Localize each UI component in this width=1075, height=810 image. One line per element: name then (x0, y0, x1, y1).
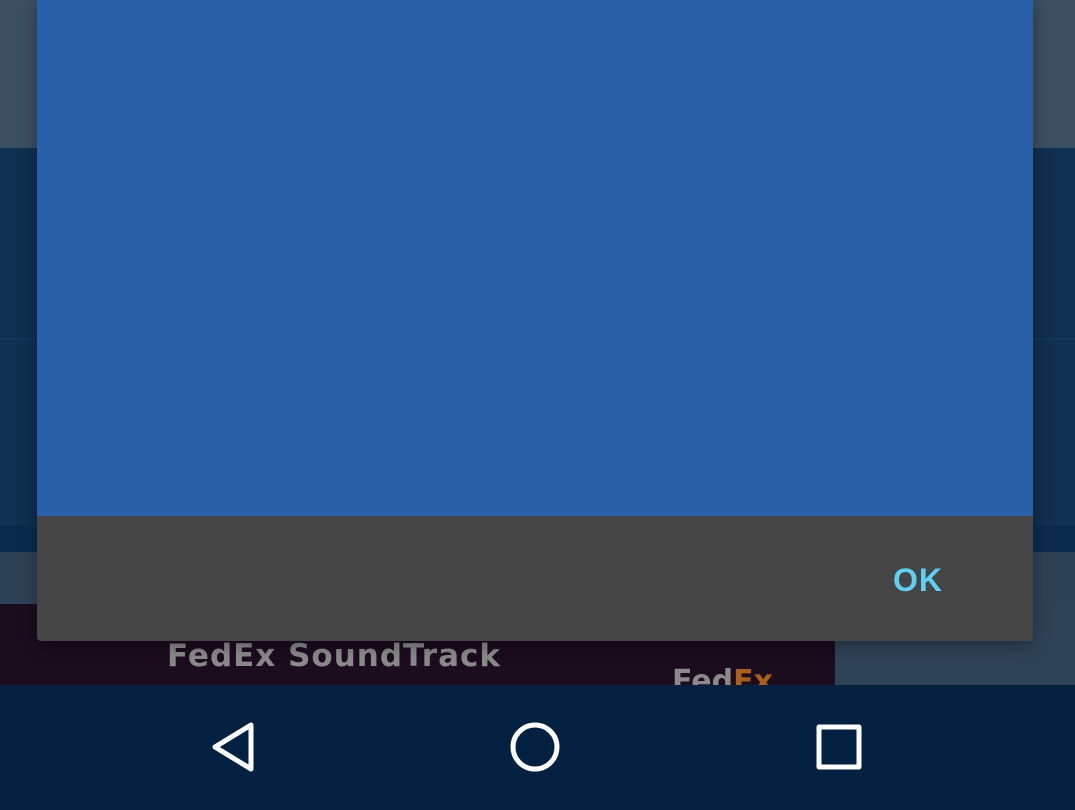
dialog-content (37, 0, 1033, 516)
home-circle-icon (510, 722, 560, 772)
home-button[interactable] (495, 707, 575, 787)
back-triangle-icon (212, 722, 254, 772)
ad-logo-suffix: Ex (733, 664, 773, 685)
recents-button[interactable] (799, 707, 879, 787)
alert-dialog: OK (37, 0, 1033, 641)
system-nav-bar (0, 685, 1075, 810)
ad-logo-prefix: Fed (672, 664, 734, 685)
back-button[interactable] (193, 707, 273, 787)
recents-square-icon (816, 724, 862, 770)
ok-button[interactable]: OK (873, 556, 963, 604)
ad-title: FedEx SoundTrack (167, 638, 501, 674)
dialog-actions: OK (37, 516, 1033, 641)
ad-logo: FedEx (672, 664, 773, 685)
